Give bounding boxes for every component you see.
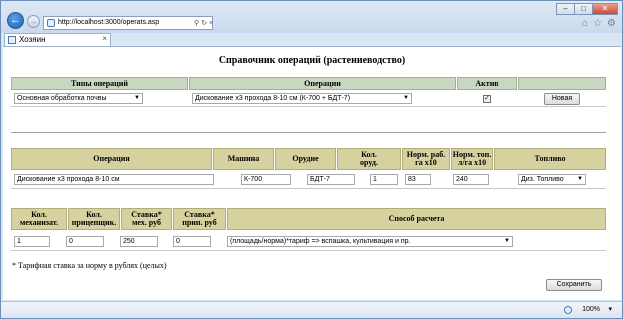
footnote: * Тарифная ставка за норму в рублях (цел…	[12, 261, 167, 270]
section-divider	[11, 132, 606, 133]
mech-rate-input[interactable]: 250	[120, 236, 158, 247]
settings-gear-icon[interactable]: ⚙	[607, 18, 616, 29]
header-fuel: Топливо	[494, 148, 606, 170]
header-blank	[518, 77, 606, 90]
operation-value: Дискование х3 прохода 8-10 см (К-700 + Б…	[195, 95, 351, 102]
dropdown-arrow-icon: ▼	[504, 238, 510, 244]
tab-page-icon	[8, 36, 16, 44]
operation-select[interactable]: Дискование х3 прохода 8-10 см (К-700 + Б…	[192, 93, 412, 104]
operation-name-input[interactable]: Дискование х3 прохода 8-10 см	[14, 174, 214, 185]
header-tool-count: Кол. оруд.	[337, 148, 401, 170]
page-title: Справочник операций (растениеводство)	[218, 55, 406, 66]
header-machine: Машина	[213, 148, 274, 170]
zoom-dropdown-icon[interactable]: ▾	[608, 305, 612, 313]
header-operations: Операции	[189, 77, 456, 90]
browser-window: ← → http://localhost:3000/operats.asp ⚲↻…	[0, 0, 623, 319]
address-bar[interactable]: http://localhost:3000/operats.asp ⚲↻×	[43, 16, 213, 30]
calc-method-value: (площадь/норма)*тариф => вспашка, культи…	[230, 238, 411, 245]
save-button[interactable]: Сохранить	[546, 279, 602, 291]
header-trailer-rate: Ставка* прип. руб	[173, 208, 226, 230]
header-op-types: Типы операций	[11, 77, 188, 90]
trailer-rate-input[interactable]: 0	[173, 236, 211, 247]
browser-title-bar: ← → http://localhost:3000/operats.asp ⚲↻…	[1, 1, 622, 33]
status-bar: 100% ▾	[1, 301, 622, 318]
op-type-value: Основная обработка почвы	[17, 95, 107, 102]
norm-fuel-input[interactable]: 240	[453, 174, 489, 185]
tab-close-icon[interactable]: ×	[102, 34, 107, 43]
address-tools-icon[interactable]: ⚲↻×	[194, 19, 215, 27]
browser-toolbar-icons: ⌂ ☆ ⚙	[582, 18, 616, 29]
zoom-level[interactable]: 100%	[582, 306, 600, 313]
header-mech-rate: Ставка* мех. руб	[121, 208, 172, 230]
home-icon[interactable]: ⌂	[582, 18, 588, 29]
header-active: Актив	[457, 77, 517, 90]
active-checkbox[interactable]: ✓	[483, 95, 491, 103]
back-arrow-icon[interactable]: ←	[7, 12, 24, 29]
machine-input[interactable]: К-700	[241, 174, 291, 185]
favorites-star-icon[interactable]: ☆	[593, 18, 602, 29]
header-mech-count: Кол. механизат.	[11, 208, 67, 230]
zoom-icon	[564, 306, 572, 314]
header-norm-fuel: Норм. топ. л/га х10	[451, 148, 493, 170]
header-calc-method: Способ расчета	[227, 208, 606, 230]
dropdown-arrow-icon: ▼	[577, 176, 583, 182]
op-type-select[interactable]: Основная обработка почвы ▼	[14, 93, 143, 104]
forward-arrow-icon[interactable]: →	[27, 15, 40, 28]
row-divider	[11, 188, 606, 189]
minimize-button[interactable]: –	[556, 3, 575, 15]
header-trailer-count: Кол. прицепщик.	[68, 208, 120, 230]
window-controls: – □ ✕	[556, 3, 618, 15]
tab-title: Хозяин	[19, 35, 46, 44]
header-norm-work: Норм. раб. га х10	[402, 148, 450, 170]
page-icon	[47, 19, 55, 27]
tool-count-input[interactable]: 1	[370, 174, 398, 185]
fuel-select[interactable]: Диз. Топливо ▼	[518, 174, 586, 185]
new-button[interactable]: Новая	[544, 93, 580, 105]
row-divider	[11, 250, 606, 251]
norm-work-input[interactable]: 83	[405, 174, 431, 185]
row-divider	[11, 106, 606, 107]
page-content: Справочник операций (растениеводство) Ти…	[3, 46, 621, 300]
dropdown-arrow-icon: ▼	[134, 95, 140, 101]
close-window-button[interactable]: ✕	[592, 3, 618, 15]
calc-method-select[interactable]: (площадь/норма)*тариф => вспашка, культи…	[227, 236, 513, 247]
dropdown-arrow-icon: ▼	[403, 95, 409, 101]
header-tool: Орудие	[275, 148, 336, 170]
mech-count-input[interactable]: 1	[14, 236, 50, 247]
header-operation: Операция	[11, 148, 212, 170]
url-text[interactable]: http://localhost:3000/operats.asp	[58, 19, 159, 26]
fuel-value: Диз. Топливо	[521, 176, 564, 183]
maximize-button[interactable]: □	[574, 3, 593, 15]
tool-input[interactable]: БДТ-7	[307, 174, 355, 185]
trailer-count-input[interactable]: 0	[66, 236, 104, 247]
browser-tab[interactable]: Хозяин ×	[4, 33, 111, 46]
